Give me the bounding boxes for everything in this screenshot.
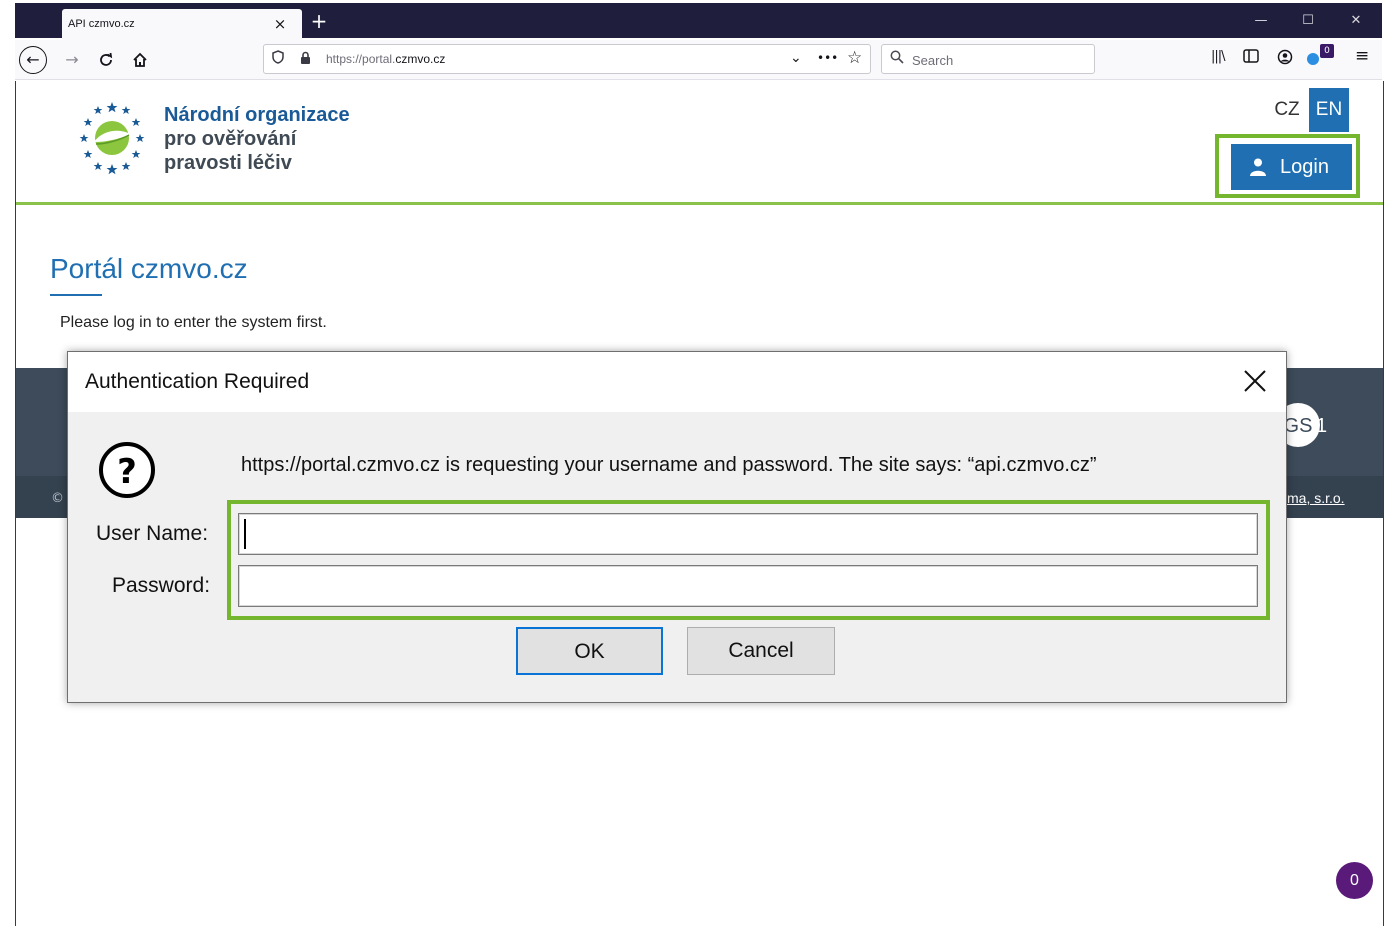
authentication-dialog: Authentication Required ? https://portal… — [67, 351, 1287, 703]
brand-line-1: Národní organizace — [164, 104, 350, 126]
ok-button[interactable]: OK — [516, 627, 663, 675]
gs1-logo-text: GS — [1284, 415, 1313, 437]
url-text[interactable]: https://portal.czmvo.cz — [326, 52, 445, 66]
screen: API czmvo.cz × + — ☐ ✕ ← → https://porta… — [0, 0, 1395, 926]
minimize-button[interactable]: — — [1238, 6, 1284, 36]
close-icon[interactable] — [1238, 364, 1272, 398]
login-button[interactable]: Login — [1231, 144, 1352, 190]
brand-line-3: pravosti léčiv — [164, 152, 292, 174]
forward-arrow-icon[interactable]: → — [58, 46, 86, 74]
header-divider — [16, 202, 1383, 205]
username-input[interactable] — [238, 513, 1258, 555]
maximize-button[interactable]: ☐ — [1285, 6, 1331, 36]
close-window-button[interactable]: ✕ — [1333, 6, 1379, 36]
page-actions-icon[interactable]: ••• — [817, 51, 838, 65]
browser-tab-strip: API czmvo.cz × + — ☐ ✕ — [15, 3, 1382, 43]
search-input[interactable]: Search — [912, 53, 953, 68]
question-icon: ? — [99, 442, 155, 498]
username-label: User Name: — [96, 522, 209, 545]
browser-tab[interactable]: API czmvo.cz × — [62, 9, 302, 43]
language-cz-button[interactable]: CZ — [1268, 88, 1306, 132]
title-underline — [50, 294, 102, 296]
login-label: Login — [1280, 156, 1329, 178]
cancel-button[interactable]: Cancel — [687, 627, 835, 675]
search-icon — [890, 50, 904, 68]
dialog-title: Authentication Required — [85, 370, 310, 393]
bookmark-star-icon[interactable]: ☆ — [847, 48, 862, 68]
intro-text: Please log in to enter the system first. — [60, 314, 327, 331]
brand-line-2: pro ověřování — [164, 128, 297, 150]
account-icon[interactable] — [1277, 49, 1293, 69]
user-icon — [1250, 158, 1266, 176]
address-bar[interactable]: https://portal.czmvo.cz ⌄ ••• ☆ — [263, 44, 871, 74]
extension-badge: 0 — [1320, 44, 1334, 58]
dialog-message: https://portal.czmvo.cz is requesting yo… — [241, 454, 1097, 476]
tab-close-icon[interactable]: × — [270, 14, 290, 34]
reload-icon[interactable] — [92, 46, 120, 74]
czmvo-logo-icon[interactable] — [72, 100, 152, 176]
page-title: Portál czmvo.cz — [50, 253, 248, 284]
lock-icon[interactable] — [300, 51, 311, 65]
library-icon[interactable]: |||\ — [1211, 49, 1225, 64]
svg-text:1: 1 — [1316, 415, 1327, 437]
tab-title: API czmvo.cz — [68, 18, 135, 30]
new-tab-button[interactable]: + — [308, 11, 330, 33]
password-input[interactable] — [238, 565, 1258, 607]
menu-hamburger-icon[interactable]: ≡ — [1355, 46, 1369, 66]
text-caret — [244, 519, 246, 549]
footer-copyright: © — [51, 491, 64, 506]
chat-notification-badge[interactable]: 0 — [1336, 862, 1373, 899]
tracking-shield-icon[interactable] — [272, 50, 284, 68]
password-label: Password: — [112, 574, 211, 597]
language-en-button[interactable]: EN — [1309, 88, 1349, 132]
dialog-titlebar: Authentication Required — [68, 352, 1286, 412]
sidebar-icon[interactable] — [1243, 49, 1259, 67]
chevron-down-icon[interactable]: ⌄ — [790, 50, 802, 66]
search-bar[interactable]: Search — [881, 44, 1095, 74]
footer-company-link[interactable]: ma, s.r.o. — [1287, 490, 1345, 506]
back-arrow-icon[interactable]: ← — [19, 46, 47, 74]
browser-toolbar: ← → https://portal.czmvo.cz ⌄ ••• ☆ Sear… — [15, 40, 1382, 80]
svg-text:?: ? — [117, 452, 137, 492]
home-icon[interactable] — [126, 46, 154, 74]
brand-name[interactable]: Národní organizace pro ověřování pravost… — [164, 103, 350, 175]
